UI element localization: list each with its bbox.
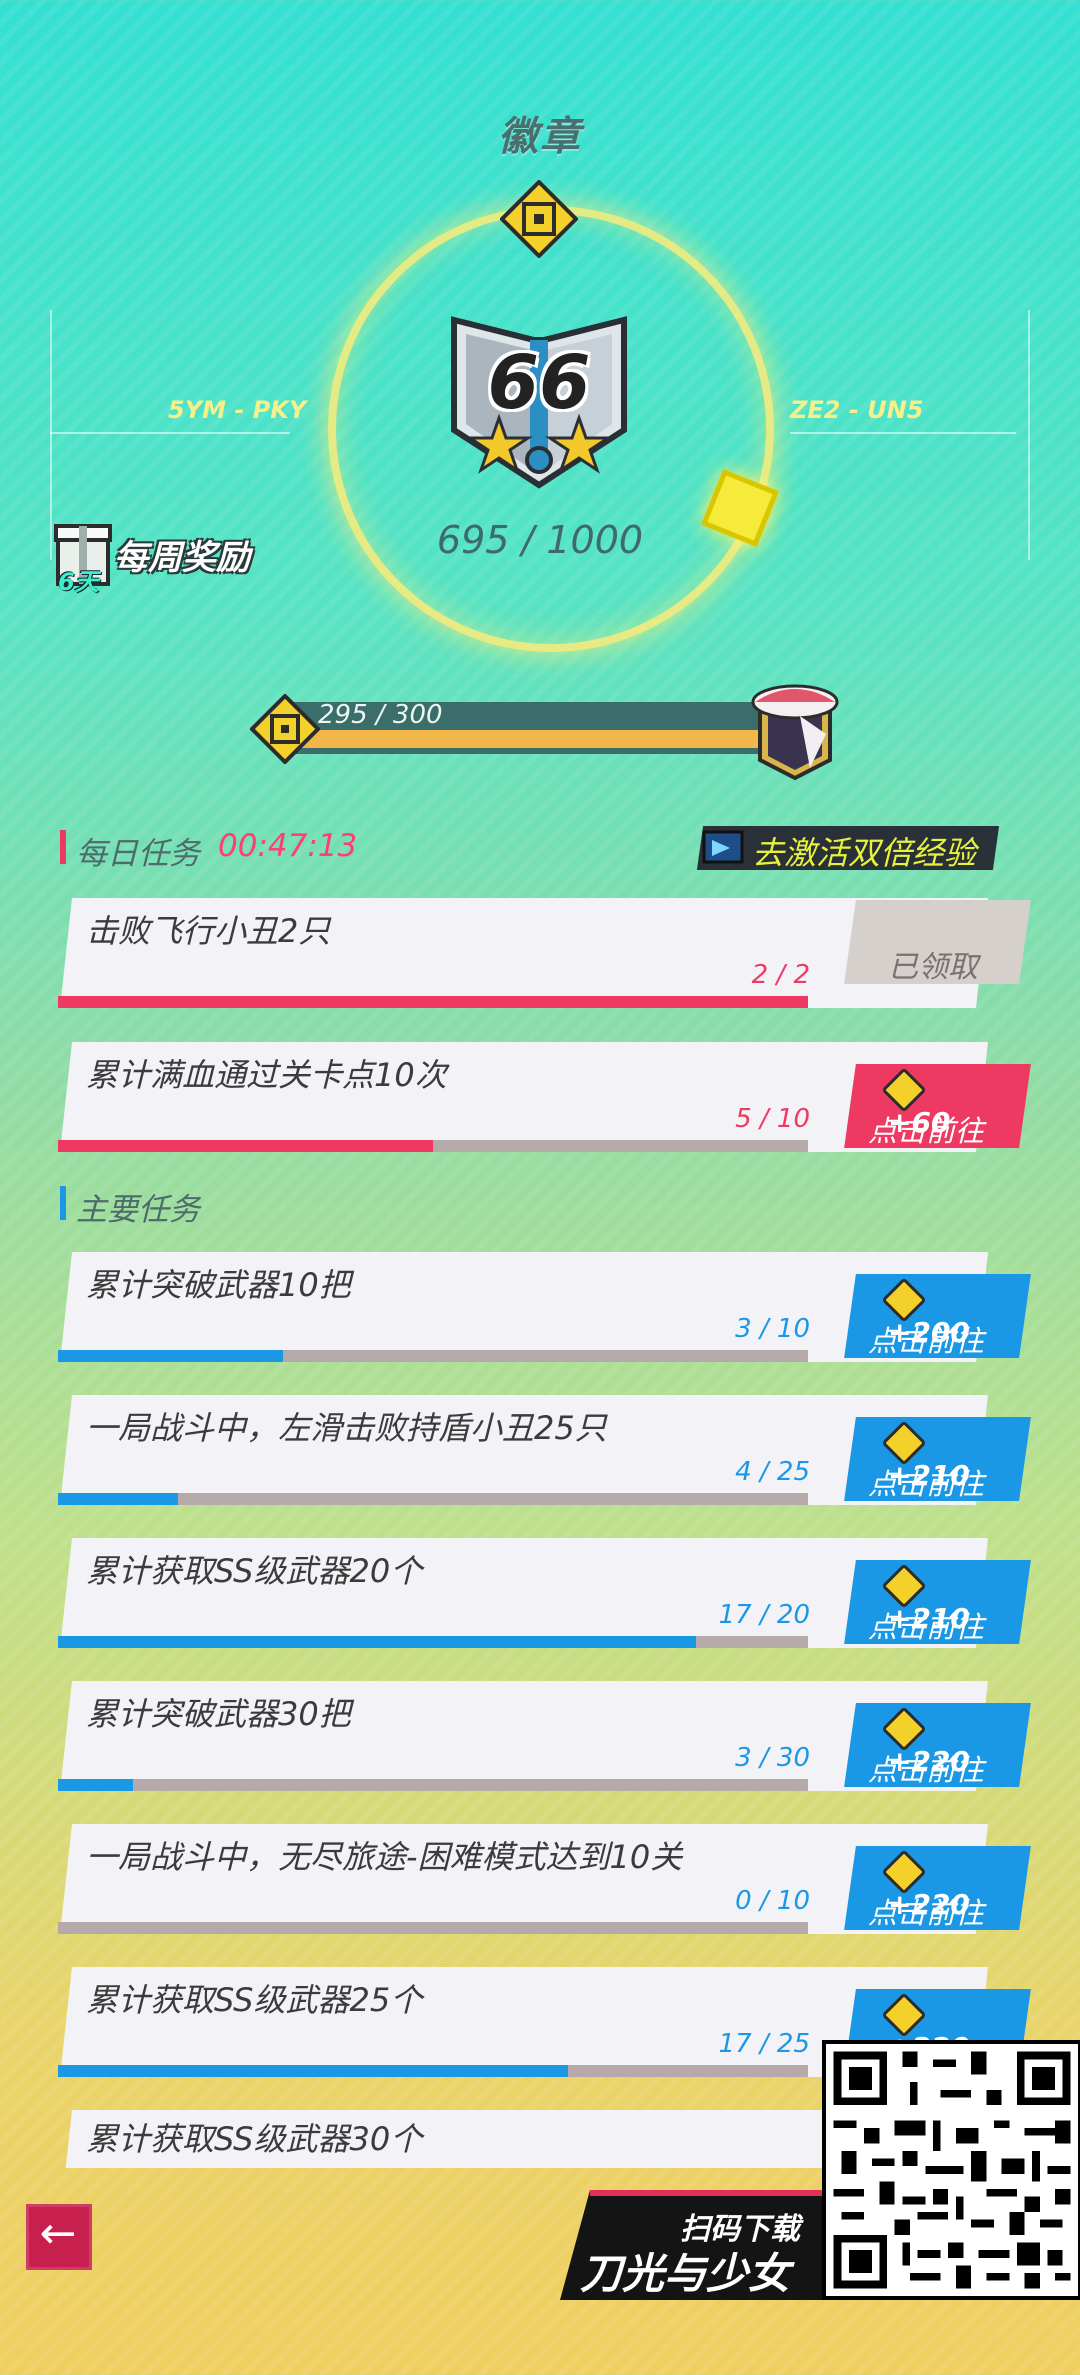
- task-progress-track: [58, 1140, 808, 1152]
- task-count: 17 / 20: [718, 1600, 810, 1630]
- task-count: 0 / 10: [735, 1886, 810, 1916]
- top-medal-icon: [500, 180, 578, 258]
- task-progress-track: [58, 1493, 808, 1505]
- task-progress-fill: [58, 2065, 568, 2077]
- daily-accent-bar: [60, 830, 66, 864]
- main-task-card: 累计突破武器30把 3 / 30 +220 点击前往: [58, 1681, 1031, 1791]
- claimed-label[interactable]: 已领取: [888, 942, 978, 986]
- task-progress-fill: [58, 1636, 696, 1648]
- task-title: 累计获取SS级武器30个: [86, 2120, 423, 2158]
- promo-banner-stripe: [590, 2190, 840, 2196]
- exp-progress-text: 295 / 300: [318, 700, 443, 730]
- task-title: 一局战斗中，左滑击败持盾小丑25只: [86, 1409, 607, 1447]
- main-task-card: 累计获取SS级武器20个 17 / 20 +210 点击前往: [58, 1538, 1031, 1648]
- reward-chest-icon[interactable]: [740, 672, 850, 782]
- task-count: 4 / 25: [735, 1457, 810, 1487]
- daily-tasks-title: 每日任务: [76, 836, 200, 872]
- task-count: 2 / 2: [751, 960, 810, 990]
- double-exp-label[interactable]: 去激活双倍经验: [752, 828, 976, 874]
- task-count: 17 / 25: [718, 2029, 810, 2059]
- task-progress-track: [58, 1779, 808, 1791]
- go-label[interactable]: 点击前往: [868, 1747, 984, 1789]
- task-title: 累计满血通过关卡点10次: [86, 1056, 447, 1094]
- task-title: 累计获取SS级武器25个: [86, 1981, 423, 2019]
- task-progress-track: [58, 996, 808, 1008]
- task-count: 3 / 30: [735, 1743, 810, 1773]
- daily-task-card: 击败飞行小丑2只 2 / 2 已领取: [58, 898, 1031, 1008]
- task-progress-track: [58, 1350, 808, 1362]
- main-task-card: 一局战斗中，左滑击败持盾小丑25只 4 / 25 +210 点击前往: [58, 1395, 1031, 1505]
- weekly-days-badge: 6天: [58, 568, 99, 596]
- book-icon: [702, 830, 744, 864]
- main-accent-bar: [60, 1186, 66, 1220]
- task-title: 累计获取SS级武器20个: [86, 1552, 423, 1590]
- task-progress-fill: [58, 1779, 133, 1791]
- main-task-card: 一局战斗中，无尽旅途-困难模式达到10关 0 / 10 +220 点击前往: [58, 1824, 1031, 1934]
- left-rank-label: 5YM - PKY: [168, 396, 307, 424]
- page-title: 徽章: [498, 114, 582, 160]
- go-label[interactable]: 点击前往: [868, 1318, 984, 1360]
- daily-timer: 00:47:13: [218, 828, 358, 864]
- task-title: 累计突破武器10把: [86, 1266, 351, 1304]
- weekly-reward-label[interactable]: 每周奖励: [114, 530, 250, 579]
- task-progress-fill: [58, 1493, 178, 1505]
- task-progress-fill: [58, 1350, 283, 1362]
- go-label[interactable]: 点击前往: [868, 1108, 984, 1150]
- right-divider: [790, 432, 1016, 434]
- task-progress-track: [58, 1636, 808, 1648]
- task-progress-track: [58, 1922, 808, 1934]
- task-count: 3 / 10: [735, 1314, 810, 1344]
- go-label[interactable]: 点击前往: [868, 1461, 984, 1503]
- main-task-card: 累计突破武器10把 3 / 10 +200 点击前往: [58, 1252, 1031, 1362]
- go-label[interactable]: 点击前往: [868, 1890, 984, 1932]
- task-count: 5 / 10: [735, 1104, 810, 1134]
- left-divider: [50, 432, 290, 434]
- task-title: 累计突破武器30把: [86, 1695, 351, 1733]
- right-rank-label: ZE2 - UN5: [790, 396, 924, 424]
- exp-bar-fill: [280, 730, 776, 748]
- go-label[interactable]: 点击前往: [868, 1604, 984, 1646]
- back-arrow-icon[interactable]: ←: [30, 2204, 86, 2264]
- task-title: 一局战斗中，无尽旅途-困难模式达到10关: [86, 1838, 683, 1876]
- daily-task-card: 累计满血通过关卡点10次 5 / 10 +60 点击前往: [58, 1042, 1031, 1152]
- task-progress-fill: [58, 996, 808, 1008]
- task-progress-track: [58, 2065, 808, 2077]
- qr-code-icon: [822, 2040, 1080, 2300]
- game-name-label: 刀光与少女: [580, 2249, 791, 2298]
- exp-medal-icon: [250, 694, 320, 764]
- task-title: 击败飞行小丑2只: [86, 912, 331, 950]
- rank-number: 66: [487, 340, 591, 426]
- main-tasks-title: 主要任务: [76, 1192, 200, 1228]
- task-progress-fill: [58, 1140, 433, 1152]
